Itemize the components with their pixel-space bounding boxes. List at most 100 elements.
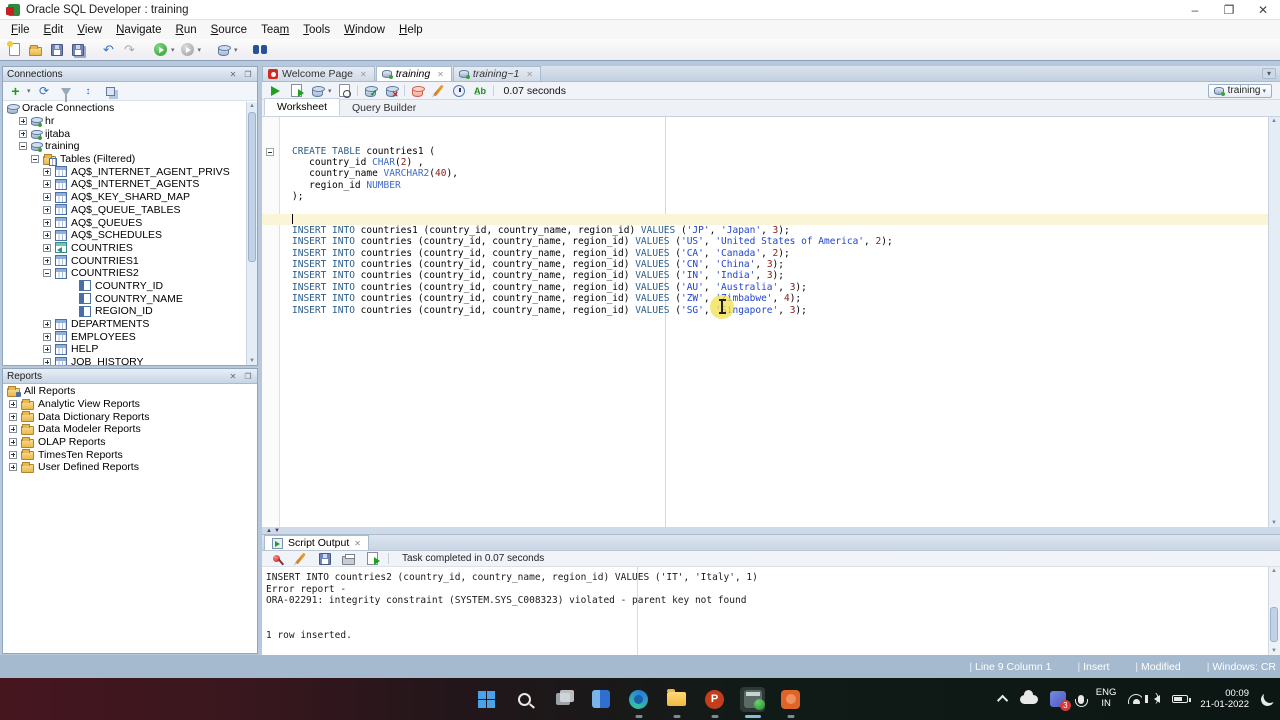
tab-list-dropdown-icon[interactable]: ▾ [1262, 68, 1276, 79]
tree-item-job-history[interactable]: JOB_HISTORY [3, 356, 246, 365]
tree-item-training[interactable]: training [3, 140, 246, 153]
expand-icon[interactable] [43, 320, 51, 329]
tree-item-countries[interactable]: COUNTRIES [3, 242, 246, 255]
tree-item-aq-internet-agent-privs[interactable]: AQ$_INTERNET_AGENT_PRIVS [3, 165, 246, 178]
menu-run[interactable]: Run [169, 22, 204, 38]
add-connection-dropdown-icon[interactable]: ▾ [27, 87, 31, 95]
tab-close-icon[interactable]: ✕ [360, 70, 367, 79]
search-button-taskbar[interactable] [512, 687, 537, 712]
filter-button[interactable] [58, 83, 75, 102]
edge-button[interactable] [626, 687, 651, 718]
tree-item-analytic-view-reports[interactable]: Analytic View Reports [3, 398, 257, 411]
connections-dropdown-icon[interactable]: ▾ [234, 46, 238, 54]
menu-source[interactable]: Source [204, 22, 254, 38]
tree-item-timesten-reports[interactable]: TimesTen Reports [3, 448, 257, 461]
refresh-button[interactable]: ⟳ [36, 83, 53, 99]
output-text[interactable]: INSERT INTO countries2 (country_id, coun… [262, 567, 1268, 655]
tree-item-countries1[interactable]: COUNTRIES1 [3, 254, 246, 267]
redo-button[interactable]: ↷ [121, 42, 138, 58]
expand-icon[interactable] [43, 193, 51, 202]
expand-icon[interactable] [9, 400, 17, 409]
script-output-tab[interactable]: Script Output ✕ [264, 535, 369, 550]
splitter-up-icon[interactable]: ▲ [266, 528, 272, 534]
expand-icon[interactable] [43, 243, 51, 252]
orange-app-button[interactable] [778, 687, 803, 718]
tab-close-icon[interactable]: ✕ [437, 70, 444, 79]
tree-item-country-id[interactable]: COUNTRY_ID [3, 280, 246, 293]
run-script-button[interactable] [288, 83, 305, 99]
expand-icon[interactable] [9, 412, 17, 421]
case-toggle-button[interactable]: A̲b [472, 83, 489, 99]
tree-item-aq-queue-tables[interactable]: AQ$_QUEUE_TABLES [3, 204, 246, 217]
splitter-down-icon[interactable]: ▼ [274, 528, 280, 534]
clear-button[interactable] [430, 83, 447, 99]
tab-close-icon[interactable]: ✕ [526, 70, 533, 79]
expand-icon[interactable] [9, 425, 17, 434]
tree-item-aq-internet-agents[interactable]: AQ$_INTERNET_AGENTS [3, 178, 246, 191]
tree-item-user-defined-reports[interactable]: User Defined Reports [3, 461, 257, 474]
maximize-button[interactable]: ❐ [1212, 0, 1246, 19]
start-button[interactable] [474, 687, 499, 712]
tab-training[interactable]: training ✕ [375, 66, 452, 81]
pin-button[interactable] [268, 551, 285, 567]
tree-item-olap-reports[interactable]: OLAP Reports [3, 436, 257, 449]
reports-close-icon[interactable]: ✕ [228, 372, 238, 381]
explain-plan-button[interactable] [336, 83, 353, 99]
history-button[interactable] [451, 83, 468, 99]
connections-button[interactable] [215, 42, 232, 58]
subtab-query-builder[interactable]: Query Builder [340, 100, 428, 116]
notifications-button[interactable] [1261, 693, 1274, 706]
tree-item-hr[interactable]: hr [3, 115, 246, 128]
expand-icon[interactable] [43, 332, 51, 341]
powerpoint-button[interactable]: P [702, 687, 727, 718]
tree-item-country-name[interactable]: COUNTRY_NAME [3, 292, 246, 305]
save-all-button[interactable] [69, 42, 86, 58]
menu-tools[interactable]: Tools [296, 22, 337, 38]
undo-button[interactable]: ↶ [100, 42, 117, 58]
menu-edit[interactable]: Edit [37, 22, 71, 38]
tree-item-tables-filtered-[interactable]: Tables (Filtered) [3, 153, 246, 166]
close-button[interactable]: ✕ [1246, 0, 1280, 19]
tree-item-employees[interactable]: EMPLOYEES [3, 330, 246, 343]
debug-button[interactable] [179, 42, 196, 58]
menu-window[interactable]: Window [337, 22, 392, 38]
menu-team[interactable]: Team [254, 22, 296, 38]
blue-app-button[interactable] [588, 687, 613, 712]
collapse-all-button[interactable] [102, 83, 119, 99]
expand-icon[interactable] [19, 129, 27, 138]
collapse-icon[interactable] [43, 269, 51, 278]
expand-icon[interactable] [43, 180, 51, 189]
expand-icon[interactable] [43, 358, 51, 365]
run-dropdown-icon[interactable]: ▾ [171, 46, 175, 54]
clear-output-button[interactable] [292, 551, 309, 567]
clock[interactable]: 00:09 21-01-2022 [1200, 688, 1249, 711]
search-button[interactable] [252, 42, 269, 58]
rerun-script-button[interactable] [364, 551, 381, 567]
teams-button[interactable]: 3 [1049, 691, 1071, 711]
rollback-button[interactable] [383, 83, 400, 99]
expand-icon[interactable] [19, 117, 27, 126]
tree-item-aq-schedules[interactable]: AQ$_SCHEDULES [3, 229, 246, 242]
expand-icon[interactable] [9, 463, 17, 472]
commit-button[interactable] [362, 83, 379, 99]
menu-view[interactable]: View [70, 22, 109, 38]
open-file-button[interactable] [27, 42, 44, 58]
reports-restore-icon[interactable]: ❐ [243, 372, 253, 381]
save-output-button[interactable] [316, 551, 333, 567]
menu-navigate[interactable]: Navigate [109, 22, 168, 38]
tab-welcome-page[interactable]: Welcome Page ✕ [262, 66, 375, 81]
collapse-icon[interactable] [19, 142, 27, 151]
expand-icon[interactable] [43, 218, 51, 227]
tree-item-help[interactable]: HELP [3, 343, 246, 356]
subtab-worksheet[interactable]: Worksheet [264, 98, 340, 116]
collapse-icon[interactable] [31, 155, 39, 164]
autotrace-dropdown-icon[interactable]: ▾ [328, 87, 332, 95]
tree-item-all-reports[interactable]: All Reports [3, 385, 257, 398]
wifi-button[interactable] [1128, 694, 1143, 704]
script-output-close-icon[interactable]: ✕ [354, 539, 361, 548]
connections-close-icon[interactable]: ✕ [228, 70, 238, 79]
run-button[interactable] [152, 42, 169, 58]
tree-item-oracle-connections[interactable]: Oracle Connections [3, 102, 246, 115]
tree-item-aq-key-shard-map[interactable]: AQ$_KEY_SHARD_MAP [3, 191, 246, 204]
connections-restore-icon[interactable]: ❐ [243, 70, 253, 79]
